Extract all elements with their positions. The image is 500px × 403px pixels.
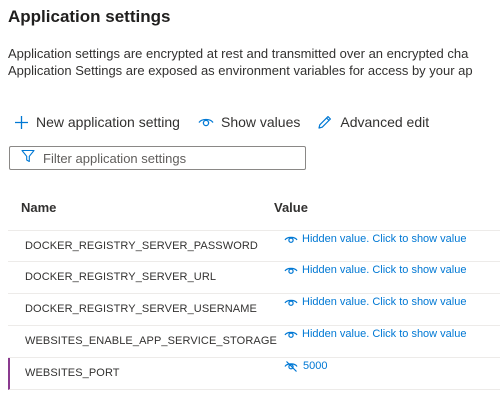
- filter-icon: [10, 149, 43, 168]
- page-description: Application settings are encrypted at re…: [8, 45, 500, 79]
- description-line: Application Settings are exposed as envi…: [8, 63, 473, 78]
- eye-icon: [284, 234, 302, 245]
- eye-icon: [198, 116, 221, 128]
- setting-value-text: Hidden value. Click to show value: [302, 296, 467, 308]
- table-row[interactable]: WEBSITES_ENABLE_APP_SERVICE_STORAGE Hidd…: [8, 326, 500, 358]
- setting-value-text: Hidden value. Click to show value: [302, 328, 467, 340]
- new-application-setting-label: New application setting: [36, 114, 180, 130]
- description-line: Application settings are encrypted at re…: [8, 46, 469, 61]
- table-row[interactable]: DOCKER_REGISTRY_SERVER_URL Hidden value.…: [8, 262, 500, 294]
- filter-input[interactable]: [43, 150, 283, 166]
- advanced-edit-button[interactable]: Advanced edit: [317, 114, 429, 130]
- column-header-name[interactable]: Name: [21, 200, 56, 215]
- setting-name[interactable]: DOCKER_REGISTRY_SERVER_USERNAME: [25, 303, 257, 315]
- setting-value-text: Hidden value. Click to show value: [302, 233, 467, 245]
- show-values-button[interactable]: Show values: [198, 114, 300, 130]
- pencil-icon: [317, 114, 340, 130]
- show-values-label: Show values: [220, 114, 301, 130]
- setting-value-text: Hidden value. Click to show value: [302, 264, 467, 276]
- eye-slash-icon: [284, 360, 303, 372]
- setting-value-link[interactable]: Hidden value. Click to show value: [284, 328, 466, 340]
- eye-icon: [284, 297, 302, 308]
- plus-icon: [14, 115, 36, 130]
- advanced-edit-label: Advanced edit: [340, 114, 430, 130]
- table-row[interactable]: DOCKER_REGISTRY_SERVER_PASSWORD Hidden v…: [8, 230, 500, 262]
- eye-icon: [284, 265, 302, 276]
- page-title: Application settings: [8, 7, 171, 26]
- table-row-selected[interactable]: WEBSITES_PORT 5000: [8, 358, 500, 390]
- table-row[interactable]: DOCKER_REGISTRY_SERVER_USERNAME Hidden v…: [8, 294, 500, 326]
- new-application-setting-button[interactable]: New application setting: [14, 114, 180, 130]
- column-header-value[interactable]: Value: [274, 200, 308, 215]
- setting-name[interactable]: DOCKER_REGISTRY_SERVER_PASSWORD: [25, 240, 258, 252]
- filter-box: [9, 146, 306, 170]
- setting-name[interactable]: DOCKER_REGISTRY_SERVER_URL: [25, 271, 216, 283]
- command-bar: New application setting Show values Adva…: [14, 112, 429, 132]
- setting-value-link[interactable]: Hidden value. Click to show value: [284, 264, 466, 276]
- setting-value-link[interactable]: Hidden value. Click to show value: [284, 296, 466, 308]
- eye-icon: [284, 329, 302, 340]
- setting-value-link[interactable]: 5000: [284, 360, 327, 372]
- setting-value-text: 5000: [303, 360, 328, 372]
- setting-value-link[interactable]: Hidden value. Click to show value: [284, 233, 466, 245]
- setting-name[interactable]: WEBSITES_ENABLE_APP_SERVICE_STORAGE: [25, 335, 277, 347]
- setting-name[interactable]: WEBSITES_PORT: [25, 367, 120, 379]
